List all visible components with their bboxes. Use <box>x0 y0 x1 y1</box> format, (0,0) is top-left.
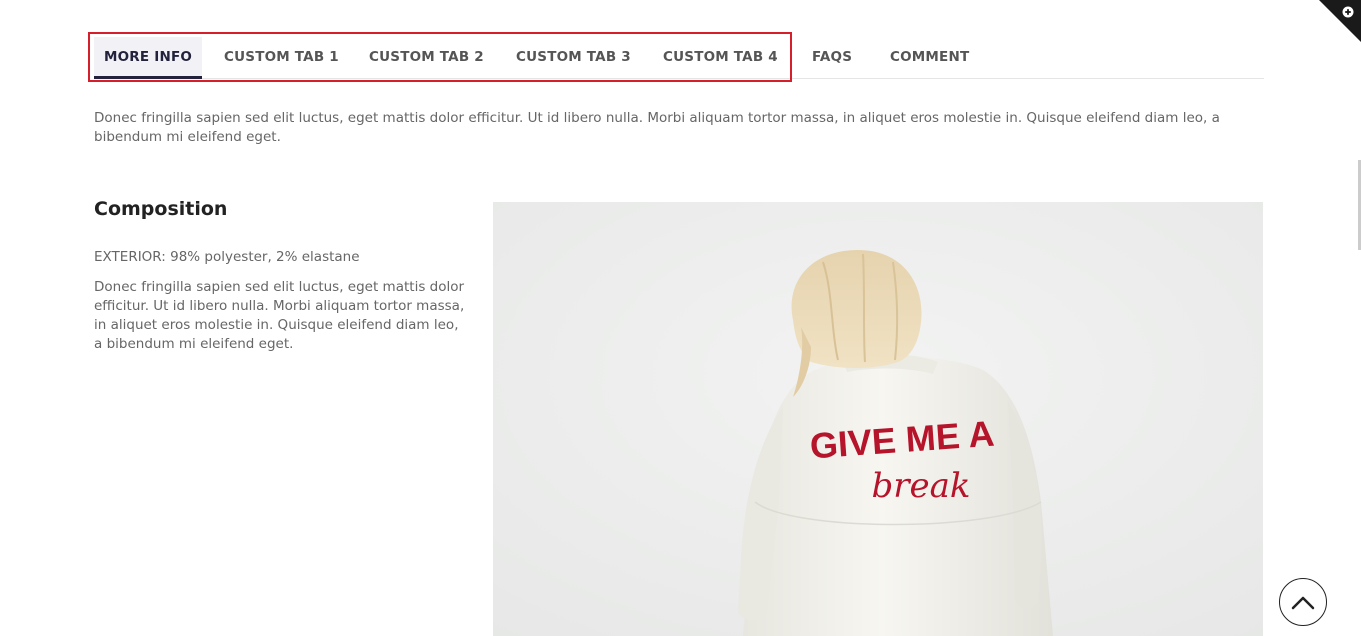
back-to-top-button[interactable] <box>1279 578 1327 626</box>
tab-faqs[interactable]: FAQS <box>812 37 852 78</box>
tab-custom-1[interactable]: CUSTOM TAB 1 <box>224 37 339 78</box>
jacket-print-script: break <box>871 466 970 506</box>
composition-heading: Composition <box>94 198 228 220</box>
tab-custom-3[interactable]: CUSTOM TAB 3 <box>516 37 631 78</box>
product-photo: GIVE ME A break <box>493 202 1263 636</box>
composition-exterior: EXTERIOR: 98% polyester, 2% elastane <box>94 249 360 265</box>
plus-icon <box>1319 0 1361 42</box>
composition-description: Donec fringilla sapien sed elit luctus, … <box>94 279 465 352</box>
product-tabs: MORE INFO CUSTOM TAB 1 CUSTOM TAB 2 CUST… <box>94 37 1264 79</box>
tab-comment[interactable]: COMMENT <box>890 37 969 78</box>
tab-custom-4[interactable]: CUSTOM TAB 4 <box>663 37 778 78</box>
product-details-page: MORE INFO CUSTOM TAB 1 CUSTOM TAB 2 CUST… <box>0 0 1361 636</box>
intro-text: Donec fringilla sapien sed elit luctus, … <box>94 110 1220 145</box>
chevron-up-icon <box>1291 596 1315 610</box>
corner-settings-toggle[interactable] <box>1319 0 1361 42</box>
tab-custom-2[interactable]: CUSTOM TAB 2 <box>369 37 484 78</box>
tab-more-info[interactable]: MORE INFO <box>94 37 203 79</box>
product-image: GIVE ME A break <box>493 202 1263 636</box>
